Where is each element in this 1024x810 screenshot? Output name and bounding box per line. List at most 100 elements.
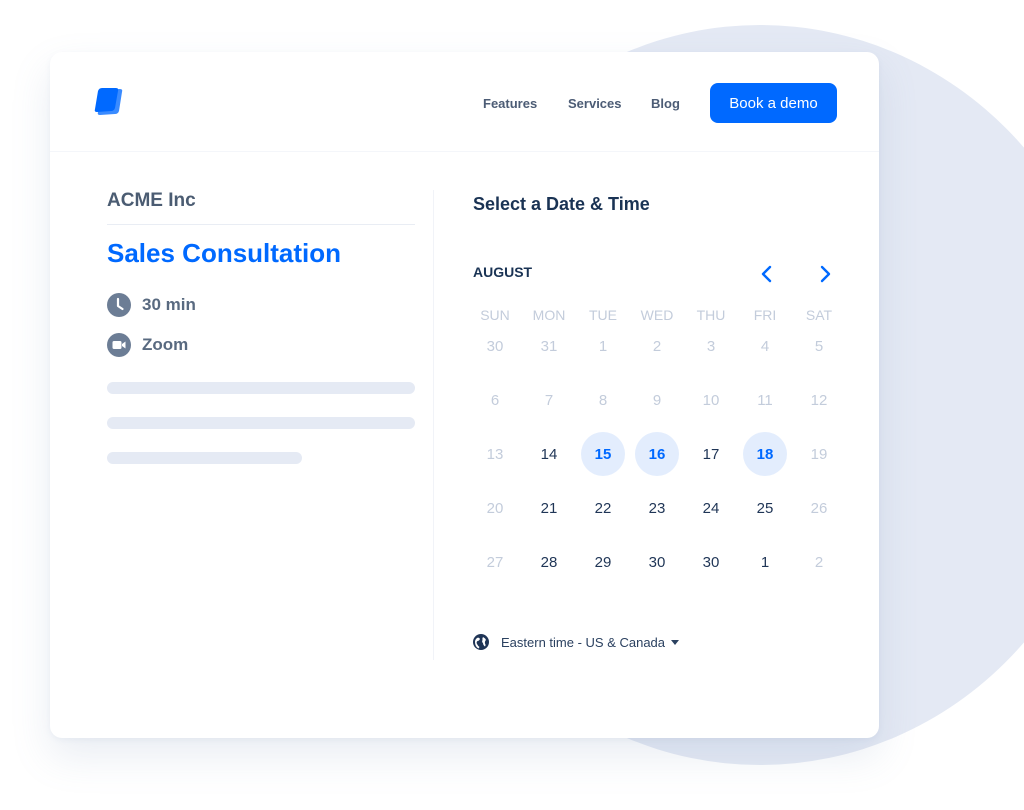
location-row: Zoom <box>107 325 415 365</box>
day-number: 14 <box>540 445 558 463</box>
company-name: ACME Inc <box>107 190 196 211</box>
chevron-left-icon <box>761 265 772 283</box>
timezone-selector[interactable]: Eastern time - US & Canada <box>473 634 680 650</box>
day-number: 13 <box>486 445 504 463</box>
calendar-day: 1 <box>576 319 630 373</box>
date-picker: Select a Date & Time AUGUST SUN MON TUE … <box>473 194 843 650</box>
month-label: AUGUST <box>473 264 533 280</box>
calendar-day: 12 <box>792 373 846 427</box>
day-number: 4 <box>760 337 770 355</box>
day-number: 1 <box>760 553 770 571</box>
clock-icon <box>107 293 131 317</box>
calendar-day: 10 <box>684 373 738 427</box>
calendar-day: 8 <box>576 373 630 427</box>
day-number: 17 <box>702 445 720 463</box>
calendar-weeks: 30 31 1 2 3 4 5 6 7 8 9 10 11 12 13 14 15 16 17 18 19 20 21 22 2… <box>468 319 848 589</box>
calendar-day: 30 <box>630 535 684 589</box>
month-header: AUGUST <box>473 262 843 286</box>
day-number: 20 <box>486 499 504 517</box>
day-number: 29 <box>594 553 612 571</box>
calendar-day: 24 <box>684 481 738 535</box>
day-number: 25 <box>756 499 774 517</box>
calendar-week: 20 21 22 23 24 25 26 <box>468 481 848 535</box>
next-month-button[interactable] <box>813 262 837 286</box>
book-demo-button[interactable]: Book a demo <box>710 83 837 123</box>
day-number[interactable]: 16 <box>635 432 679 476</box>
calendar-week: 27 28 29 30 30 1 2 <box>468 535 848 589</box>
calendar-day: 27 <box>468 535 522 589</box>
day-number: 24 <box>702 499 720 517</box>
calendar-day-available[interactable]: 15 <box>576 427 630 481</box>
calendar-day: 25 <box>738 481 792 535</box>
calendar-day: 2 <box>792 535 846 589</box>
globe-icon <box>473 634 489 650</box>
day-number[interactable]: 18 <box>743 432 787 476</box>
calendar-day: 26 <box>792 481 846 535</box>
day-number: 5 <box>814 337 824 355</box>
calendar-day: 22 <box>576 481 630 535</box>
day-number: 7 <box>544 391 554 409</box>
day-number: 9 <box>652 391 662 409</box>
calendar-day: 30 <box>468 319 522 373</box>
day-number: 31 <box>540 337 558 355</box>
location-text: Zoom <box>142 335 189 354</box>
day-number: 2 <box>814 553 824 571</box>
calendar-day: 11 <box>738 373 792 427</box>
calendar-week: 13 14 15 16 17 18 19 <box>468 427 848 481</box>
nav-services[interactable]: Services <box>568 96 622 111</box>
placeholder-line <box>107 382 415 394</box>
calendar-day: 28 <box>522 535 576 589</box>
calendar-day: 2 <box>630 319 684 373</box>
day-number: 21 <box>540 499 558 517</box>
calendar-week: 30 31 1 2 3 4 5 <box>468 319 848 373</box>
calendar-day: 31 <box>522 319 576 373</box>
day-number: 10 <box>702 391 720 409</box>
calendar-day: 6 <box>468 373 522 427</box>
calendar-day: 29 <box>576 535 630 589</box>
duration-row: 30 min <box>107 285 415 325</box>
day-number[interactable]: 15 <box>581 432 625 476</box>
calendar-day-available[interactable]: 16 <box>630 427 684 481</box>
calendar-week: 6 7 8 9 10 11 12 <box>468 373 848 427</box>
calendar-day-available[interactable]: 18 <box>738 427 792 481</box>
duration-text: 30 min <box>142 295 196 314</box>
calendar-day: 1 <box>738 535 792 589</box>
event-details: ACME Inc Sales Consultation 30 min Zoom <box>107 190 415 464</box>
logo-icon[interactable] <box>92 85 126 119</box>
day-number: 19 <box>810 445 828 463</box>
day-number: 26 <box>810 499 828 517</box>
day-number: 6 <box>490 391 500 409</box>
calendar-day: 23 <box>630 481 684 535</box>
day-number: 1 <box>598 337 608 355</box>
calendar-grid: SUN MON TUE WED THU FRI SAT 30 31 1 2 3 4 5 6 7 8… <box>468 307 848 589</box>
timezone-label: Eastern time - US & Canada <box>501 634 666 650</box>
nav-features[interactable]: Features <box>483 96 537 111</box>
booking-card: Features Services Blog Book a demo ACME … <box>50 52 879 738</box>
placeholder-line <box>107 452 302 464</box>
day-number: 22 <box>594 499 612 517</box>
calendar-day: 3 <box>684 319 738 373</box>
calendar-day: 14 <box>522 427 576 481</box>
caret-down-icon <box>671 639 680 645</box>
placeholder-line <box>107 417 415 429</box>
calendar-day: 21 <box>522 481 576 535</box>
chevron-right-icon <box>820 265 831 283</box>
calendar-day: 4 <box>738 319 792 373</box>
calendar-day: 20 <box>468 481 522 535</box>
day-number: 11 <box>757 391 773 409</box>
event-title: Sales Consultation <box>107 238 342 268</box>
day-number: 12 <box>810 391 828 409</box>
day-number: 30 <box>648 553 666 571</box>
calendar-day: 7 <box>522 373 576 427</box>
day-number: 3 <box>706 337 716 355</box>
day-number: 28 <box>540 553 558 571</box>
header: Features Services Blog Book a demo <box>50 52 879 152</box>
divider <box>107 224 415 225</box>
calendar-day: 19 <box>792 427 846 481</box>
video-camera-icon <box>107 333 131 357</box>
previous-month-button[interactable] <box>755 262 779 286</box>
day-number: 27 <box>486 553 504 571</box>
day-number: 30 <box>486 337 504 355</box>
nav-blog[interactable]: Blog <box>651 96 680 111</box>
calendar-day: 9 <box>630 373 684 427</box>
